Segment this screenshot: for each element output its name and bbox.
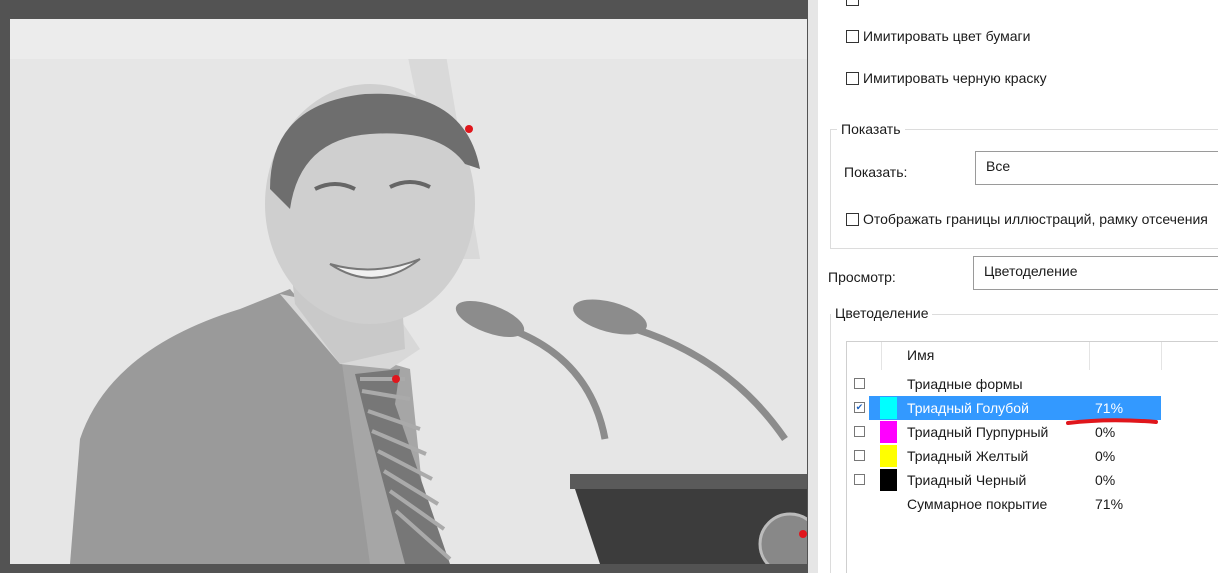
separation-checkbox[interactable] xyxy=(854,474,865,485)
separation-name: Триадные формы xyxy=(907,376,1023,392)
ink-color-swatch xyxy=(880,421,897,443)
separations-table: Имя Триадные формы ✔ Триадный Голубой 71% Тр… xyxy=(846,341,1218,573)
separation-name: Суммарное покрытие xyxy=(907,496,1048,512)
simulate-paper-row[interactable]: Имитировать цвет бумаги xyxy=(846,28,1030,44)
ink-color-swatch xyxy=(880,397,897,419)
separation-percent: 0% xyxy=(1095,448,1116,464)
separation-checkbox[interactable] xyxy=(854,450,865,461)
preview-scroll-edge xyxy=(808,0,818,573)
show-select[interactable]: Все xyxy=(975,151,1218,185)
header-name-label: Имя xyxy=(907,347,935,363)
preview-mode-label: Просмотр: xyxy=(828,269,896,285)
show-group-title: Показать xyxy=(837,121,905,137)
separation-checkbox[interactable] xyxy=(854,378,865,389)
simulate-paper-label: Имитировать цвет бумаги xyxy=(863,28,1031,44)
simulate-black-ink-label: Имитировать черную краску xyxy=(863,70,1047,86)
separation-row[interactable]: Суммарное покрытие 71% xyxy=(847,492,1167,516)
separation-row[interactable]: Триадные формы xyxy=(847,372,1167,396)
document-canvas[interactable] xyxy=(10,19,807,564)
borders-checkbox[interactable] xyxy=(846,212,859,226)
borders-row[interactable]: Отображать границы иллюстраций, рамку от… xyxy=(846,211,1208,227)
separation-row[interactable]: Триадный Черный 0% xyxy=(847,468,1167,492)
separation-name: Триадный Голубой xyxy=(907,400,1029,416)
separation-percent: 71% xyxy=(1095,496,1124,512)
show-select-value: Все xyxy=(986,158,1011,174)
cutoff-checkbox-row[interactable] xyxy=(846,0,863,6)
show-label: Показать: xyxy=(844,164,908,180)
separation-checkbox[interactable] xyxy=(854,426,865,437)
show-group-box xyxy=(830,129,1218,249)
separations-group-title: Цветоделение xyxy=(831,305,933,321)
separation-name: Триадный Пурпурный xyxy=(907,424,1049,440)
ink-color-swatch xyxy=(880,445,897,467)
preview-mode-select[interactable]: Цветоделение xyxy=(973,256,1218,290)
cutoff-checkbox[interactable] xyxy=(846,0,859,6)
simulate-black-ink-row[interactable]: Имитировать черную краску xyxy=(846,70,1047,86)
separation-checkbox[interactable]: ✔ xyxy=(854,402,865,413)
image-preview-area xyxy=(0,0,818,573)
separation-name: Триадный Черный xyxy=(907,472,1027,488)
borders-label: Отображать границы иллюстраций, рамку от… xyxy=(863,211,1208,227)
preview-mode-value: Цветоделение xyxy=(984,263,1078,279)
annotation-underline xyxy=(1066,418,1158,425)
separation-name: Триадный Желтый xyxy=(907,448,1029,464)
separation-percent: 0% xyxy=(1095,472,1116,488)
simulate-black-ink-checkbox[interactable] xyxy=(846,71,859,85)
simulate-paper-checkbox[interactable] xyxy=(846,29,859,43)
separation-row[interactable]: Триадный Желтый 0% xyxy=(847,444,1167,468)
output-preview-panel: Имитировать цвет бумаги Имитировать черн… xyxy=(818,0,1218,573)
header-cell-percent xyxy=(1089,342,1162,370)
header-cell-check xyxy=(847,342,882,370)
ink-color-swatch xyxy=(880,469,897,491)
grayscale-photo xyxy=(10,19,807,564)
header-cell-name[interactable]: Имя xyxy=(881,342,1090,370)
